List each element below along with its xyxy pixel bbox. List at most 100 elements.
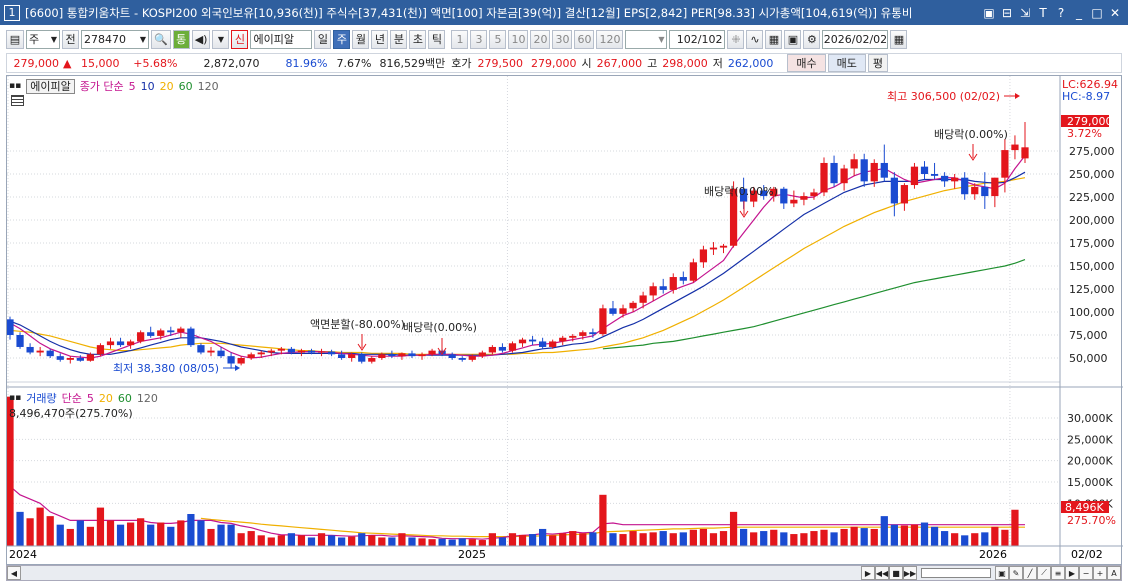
zoom-in-icon[interactable]: + [1093, 566, 1107, 580]
chart-tools-icon[interactable]: ⁜ [727, 29, 745, 49]
eval-button[interactable]: 평 [867, 54, 888, 72]
screen-list-icon[interactable]: ▤ [6, 29, 24, 49]
quote-bar: 279,000 ▲ 15,000 +5.68% 2,872,070 81.96%… [6, 53, 1122, 73]
minimize-icon[interactable]: _ [1072, 6, 1086, 20]
stock-code-input[interactable]: 278470 ▼ [81, 29, 149, 49]
period-minute[interactable]: 분 [390, 29, 408, 49]
pin-icon[interactable]: ⇲ [1018, 6, 1032, 20]
bid-price: 279,000 [530, 56, 577, 70]
vol-tag: 8,496K [1065, 501, 1104, 514]
scroll-left-icon[interactable]: ◀ [7, 566, 21, 580]
interval-120[interactable]: 120 [596, 29, 624, 49]
table-toggle-icon[interactable] [11, 95, 24, 106]
volume-bar [287, 533, 296, 546]
trend-icon[interactable]: ∿ [746, 29, 764, 49]
speaker-icon[interactable]: ◀) [191, 29, 211, 49]
volume-tick-label: 30,000K [1067, 412, 1113, 425]
interval-input[interactable]: ▼ [625, 29, 668, 49]
trend-line-icon[interactable]: ⟋ [1037, 566, 1051, 580]
font-icon[interactable]: A [1107, 566, 1121, 580]
grid-icon[interactable]: ▦ [765, 29, 783, 49]
vol-ma-60: 60 [117, 391, 132, 405]
interval-1[interactable]: 1 [451, 29, 469, 49]
volume-bar [518, 534, 527, 546]
candle-body [890, 177, 898, 204]
buy-button[interactable]: 매수 [787, 54, 826, 72]
draw-icon[interactable]: ✎ [1009, 566, 1023, 580]
scroll-right-icon[interactable]: ▶ [1065, 566, 1079, 580]
fast-forward-icon[interactable]: ▶▶ [903, 566, 917, 580]
close-icon[interactable]: ✕ [1108, 6, 1122, 20]
turnover-ratio: 7.67% [336, 56, 372, 70]
prev-button[interactable]: 전 [62, 29, 79, 49]
stop-icon[interactable]: ■ [889, 566, 903, 580]
volume-tick-label: 20,000K [1067, 455, 1113, 468]
dropdown-icon[interactable]: ▼ [212, 29, 230, 49]
period-week[interactable]: 주 [333, 29, 351, 49]
calendar-icon[interactable]: ▦ [890, 29, 908, 49]
candle-body [7, 319, 14, 335]
vol-ma-title: 단순 [61, 392, 82, 405]
volume-bar [106, 520, 115, 546]
volume-bar [689, 529, 697, 546]
volume-bar [579, 533, 587, 546]
volume-bar [820, 529, 828, 546]
period-month[interactable]: 월 [352, 29, 370, 49]
candle-body [157, 330, 165, 336]
period-second[interactable]: 초 [409, 29, 427, 49]
chart-area[interactable]: 275,000 250,000 225,000 200,000 175,000 150,0… [6, 75, 1123, 566]
candle-body [830, 162, 838, 184]
search-icon[interactable]: 🔍 [151, 29, 171, 49]
line-icon[interactable]: ╱ [1023, 566, 1037, 580]
period-select[interactable]: 주 ▼ [26, 29, 60, 49]
date-input[interactable]: 2026/02/02 [822, 29, 889, 49]
zoom-out-icon[interactable]: − [1079, 566, 1093, 580]
volume-bar [709, 533, 718, 546]
interval-20[interactable]: 20 [530, 29, 551, 49]
maximize-icon[interactable]: □ [1090, 6, 1104, 20]
interval-10[interactable]: 10 [508, 29, 529, 49]
volume-bar [991, 526, 999, 546]
candle-body [669, 277, 677, 290]
interval-30[interactable]: 30 [552, 29, 573, 49]
font-size-icon[interactable]: T [1036, 6, 1050, 20]
period-tick[interactable]: 틱 [428, 29, 446, 49]
fit-icon[interactable]: ▣ [995, 566, 1009, 580]
credit-button[interactable]: 신 [231, 29, 249, 49]
count-field[interactable]: 102/102 [669, 29, 726, 49]
layout-icon[interactable]: ▣ [982, 6, 996, 20]
volume-bar [810, 531, 818, 546]
volume-bar [770, 529, 778, 546]
grid-toggle-icon-vol[interactable]: ▪▪ [9, 393, 21, 403]
up-arrow-icon: ▲ [63, 56, 72, 70]
sell-button[interactable]: 매도 [827, 54, 866, 72]
save-icon[interactable]: ▣ [784, 29, 802, 49]
fib-icon[interactable]: ≡ [1051, 566, 1065, 580]
candle-body [629, 302, 637, 309]
play-icon[interactable]: ▶ [861, 566, 875, 580]
candle-body [981, 186, 989, 197]
candle-body [388, 354, 396, 357]
tong-button[interactable]: 통 [172, 29, 190, 49]
interval-5[interactable]: 5 [489, 29, 507, 49]
volume-bar [167, 526, 175, 546]
rewind-icon[interactable]: ◀◀ [875, 566, 889, 580]
settings-icon[interactable]: ⚙ [803, 29, 821, 49]
price-volume-chart[interactable]: 275,000 250,000 225,000 200,000 175,000 150,0… [7, 76, 1123, 566]
interval-60[interactable]: 60 [574, 29, 595, 49]
candle-body [639, 295, 647, 303]
interval-3[interactable]: 3 [470, 29, 488, 49]
stock-name-box[interactable]: 에이피알 [26, 78, 75, 94]
zoom-slider[interactable] [921, 568, 991, 578]
grid-toggle-icon[interactable]: ▪▪ [9, 81, 21, 91]
low-annotation: 최저 38,380 (08/05) [113, 362, 219, 375]
volume-bar [378, 537, 386, 546]
low-label: 저 [712, 57, 723, 70]
volume-bar [800, 533, 808, 546]
period-day[interactable]: 일 [314, 29, 332, 49]
dividend-annotation-2: 배당락(0.00%) [704, 185, 778, 198]
period-year[interactable]: 년 [371, 29, 389, 49]
help-icon[interactable]: ? [1054, 6, 1068, 20]
link-icon[interactable]: ⊟ [1000, 6, 1014, 20]
volume-bar [348, 536, 356, 546]
